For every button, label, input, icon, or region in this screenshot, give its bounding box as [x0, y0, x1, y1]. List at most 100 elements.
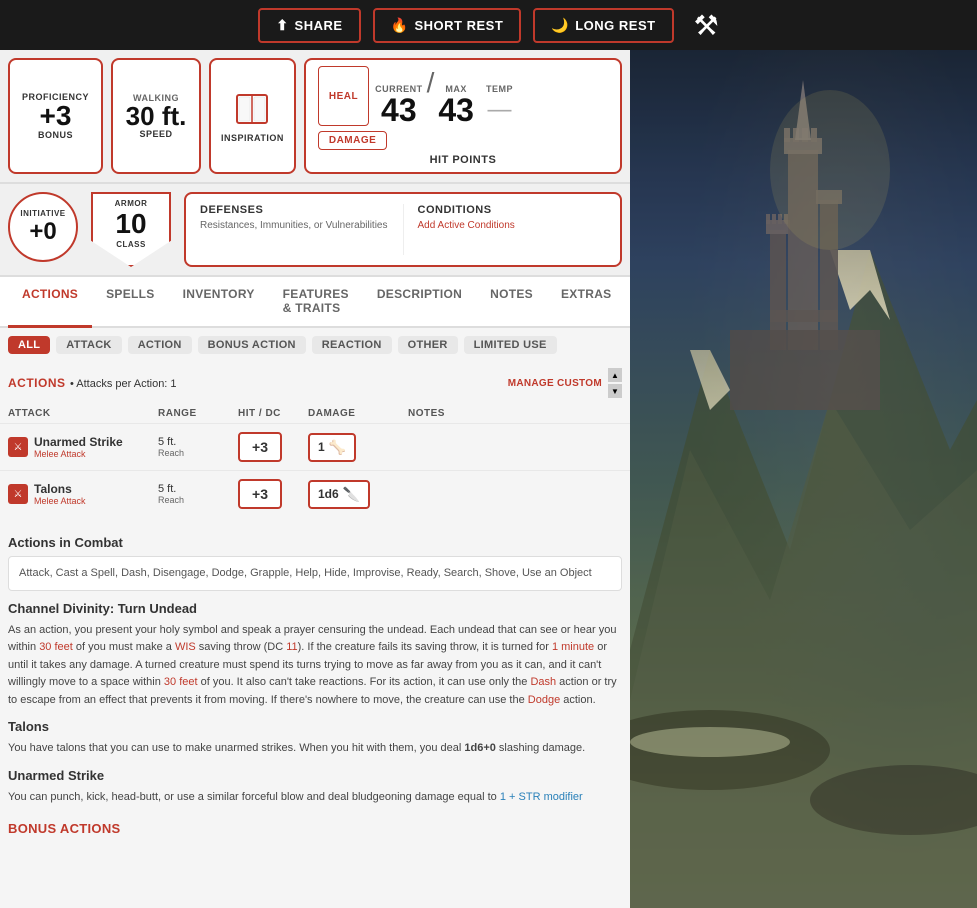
scroll-up-button[interactable]: ▲	[608, 368, 622, 382]
filter-all[interactable]: ALL	[8, 336, 50, 354]
actions-label: ACTIONS	[8, 376, 66, 390]
table-row: ⚔ Talons Melee Attack 5 ft. Reach +3 1d6	[0, 470, 630, 517]
long-rest-button[interactable]: 🌙 LONG REST	[533, 8, 673, 43]
filter-row: ALL ATTACK ACTION BONUS ACTION REACTION …	[0, 328, 630, 362]
attack-damage-2: 1d6 🔪	[308, 480, 408, 509]
proficiency-box: PROFICIENCY +3 BONUS	[8, 58, 103, 174]
scroll-controls: ▲ ▼	[608, 368, 622, 398]
attack-name-1: Unarmed Strike	[34, 435, 123, 449]
share-label: SHARE	[295, 18, 343, 33]
defenses-title: DEFENSES	[200, 204, 389, 216]
initiative-value: +0	[29, 218, 56, 246]
filter-bonus-action[interactable]: BONUS ACTION	[198, 336, 306, 354]
damage-button[interactable]: DAMAGE	[318, 131, 387, 150]
hp-label: HIT POINTS	[318, 154, 608, 166]
filter-limited-use[interactable]: LIMITED USE	[464, 336, 557, 354]
attack-name-2: Talons	[34, 482, 86, 496]
filter-action[interactable]: ACTION	[128, 336, 192, 354]
col-hit-dc: HIT / DC	[238, 408, 308, 419]
actions-title: ACTIONS • Attacks per Action: 1	[8, 374, 177, 392]
manage-area: MANAGE CUSTOM ▲ ▼	[508, 368, 622, 398]
hp-slash: /	[427, 66, 435, 100]
armor-label-bottom: CLASS	[116, 240, 146, 249]
share-icon: ⬆	[276, 17, 288, 34]
proficiency-value: +3	[40, 102, 72, 130]
short-rest-label: SHORT REST	[415, 18, 504, 33]
damage-icon-1: 🦴	[329, 439, 346, 456]
long-rest-icon: 🌙	[551, 17, 569, 34]
main-layout: PROFICIENCY +3 BONUS WALKING 30 ft. SPEE…	[0, 50, 977, 908]
manage-custom-button[interactable]: MANAGE CUSTOM	[508, 378, 602, 389]
temp-hp-label: TEMP	[486, 84, 513, 94]
attack-name-cell-1: ⚔ Unarmed Strike Melee Attack	[8, 435, 158, 459]
content-area: Actions in Combat Attack, Cast a Spell, …	[0, 517, 630, 848]
inspiration-box[interactable]: INSPIRATION	[209, 58, 296, 174]
attack-range-1: 5 ft. Reach	[158, 436, 238, 458]
attack-range-value-2: 5 ft.	[158, 483, 238, 495]
left-panel: PROFICIENCY +3 BONUS WALKING 30 ft. SPEE…	[0, 50, 630, 908]
conditions-title: CONDITIONS	[418, 204, 607, 216]
current-hp-value: 43	[381, 94, 417, 126]
filter-other[interactable]: OTHER	[398, 336, 458, 354]
hit-dc-button-2[interactable]: +3	[238, 479, 282, 509]
attack-icon-1: ⚔	[8, 437, 28, 457]
conditions-col: CONDITIONS Add Active Conditions	[404, 204, 621, 255]
attack-info-1: Unarmed Strike Melee Attack	[34, 435, 123, 459]
tabs-section: ACTIONS SPELLS INVENTORY FEATURES & TRAI…	[0, 277, 630, 848]
hit-dc-button-1[interactable]: +3	[238, 432, 282, 462]
share-button[interactable]: ⬆ SHARE	[258, 8, 360, 43]
scroll-down-button[interactable]: ▼	[608, 384, 622, 398]
talons-text: You have talons that you can use to make…	[8, 740, 622, 758]
short-rest-button[interactable]: 🔥 SHORT REST	[373, 8, 522, 43]
filter-attack[interactable]: ATTACK	[56, 336, 121, 354]
conditions-subtitle[interactable]: Add Active Conditions	[418, 220, 607, 231]
unarmed-strike-heading: Unarmed Strike	[8, 768, 622, 783]
book-icon	[232, 89, 272, 129]
tab-inventory[interactable]: INVENTORY	[169, 277, 269, 328]
attack-sub-1: Melee Attack	[34, 449, 123, 459]
filter-reaction[interactable]: REACTION	[312, 336, 392, 354]
hp-buttons: HEAL CURRENT 43 / MAX 43	[318, 66, 608, 126]
tab-description[interactable]: DESCRIPTION	[363, 277, 476, 328]
tab-features-traits[interactable]: FEATURES & TRAITS	[269, 277, 363, 328]
long-rest-label: LONG REST	[575, 18, 655, 33]
hp-box: HEAL CURRENT 43 / MAX 43	[304, 58, 622, 174]
attack-damage-1: 1 🦴	[308, 433, 408, 462]
speed-box: WALKING 30 ft. SPEED	[111, 58, 201, 174]
shield-shape: ARMOR 10 CLASS	[91, 192, 171, 267]
attack-hit-2: +3	[238, 479, 308, 509]
damage-button-2[interactable]: 1d6 🔪	[308, 480, 370, 509]
table-row: ⚔ Unarmed Strike Melee Attack 5 ft. Reac…	[0, 423, 630, 470]
right-panel	[630, 50, 977, 908]
channel-divinity-heading: Channel Divinity: Turn Undead	[8, 601, 622, 616]
tabs-row: ACTIONS SPELLS INVENTORY FEATURES & TRAI…	[0, 277, 630, 328]
armor-value: 10	[115, 208, 146, 240]
unarmed-strike-text: You can punch, kick, head-butt, or use a…	[8, 789, 622, 807]
tab-spells[interactable]: SPELLS	[92, 277, 168, 328]
channel-divinity-text: As an action, you present your holy symb…	[8, 622, 622, 710]
speed-label-bottom: SPEED	[140, 129, 173, 139]
col-damage: DAMAGE	[308, 408, 408, 419]
tab-notes[interactable]: NOTES	[476, 277, 547, 328]
def-cond-box: DEFENSES Resistances, Immunities, or Vul…	[184, 192, 622, 267]
defenses-col: DEFENSES Resistances, Immunities, or Vul…	[186, 204, 404, 255]
initiative-box: INITIATIVE +0	[8, 192, 78, 262]
attack-range-sub-2: Reach	[158, 495, 238, 505]
attack-sub-2: Melee Attack	[34, 496, 86, 506]
attack-name-cell-2: ⚔ Talons Melee Attack	[8, 482, 158, 506]
armor-label-top: ARMOR	[115, 199, 148, 208]
defenses-subtitle: Resistances, Immunities, or Vulnerabilit…	[200, 220, 389, 231]
damage-value-2: 1d6	[318, 487, 339, 501]
temp-hp-value: —	[487, 94, 511, 125]
damage-button-1[interactable]: 1 🦴	[308, 433, 356, 462]
attack-info-2: Talons Melee Attack	[34, 482, 86, 506]
defense-section: INITIATIVE +0 ARMOR 10 CLASS DEFENSES Re…	[0, 184, 630, 277]
proficiency-label-bottom: BONUS	[38, 130, 73, 140]
heal-button[interactable]: HEAL	[318, 66, 369, 126]
tab-actions[interactable]: ACTIONS	[8, 277, 92, 328]
attack-range-value-1: 5 ft.	[158, 436, 238, 448]
short-rest-icon: 🔥	[391, 17, 409, 34]
tab-extras[interactable]: EXTRAS	[547, 277, 625, 328]
col-attack: ATTACK	[8, 408, 158, 419]
max-hp-value: 43	[438, 94, 474, 126]
